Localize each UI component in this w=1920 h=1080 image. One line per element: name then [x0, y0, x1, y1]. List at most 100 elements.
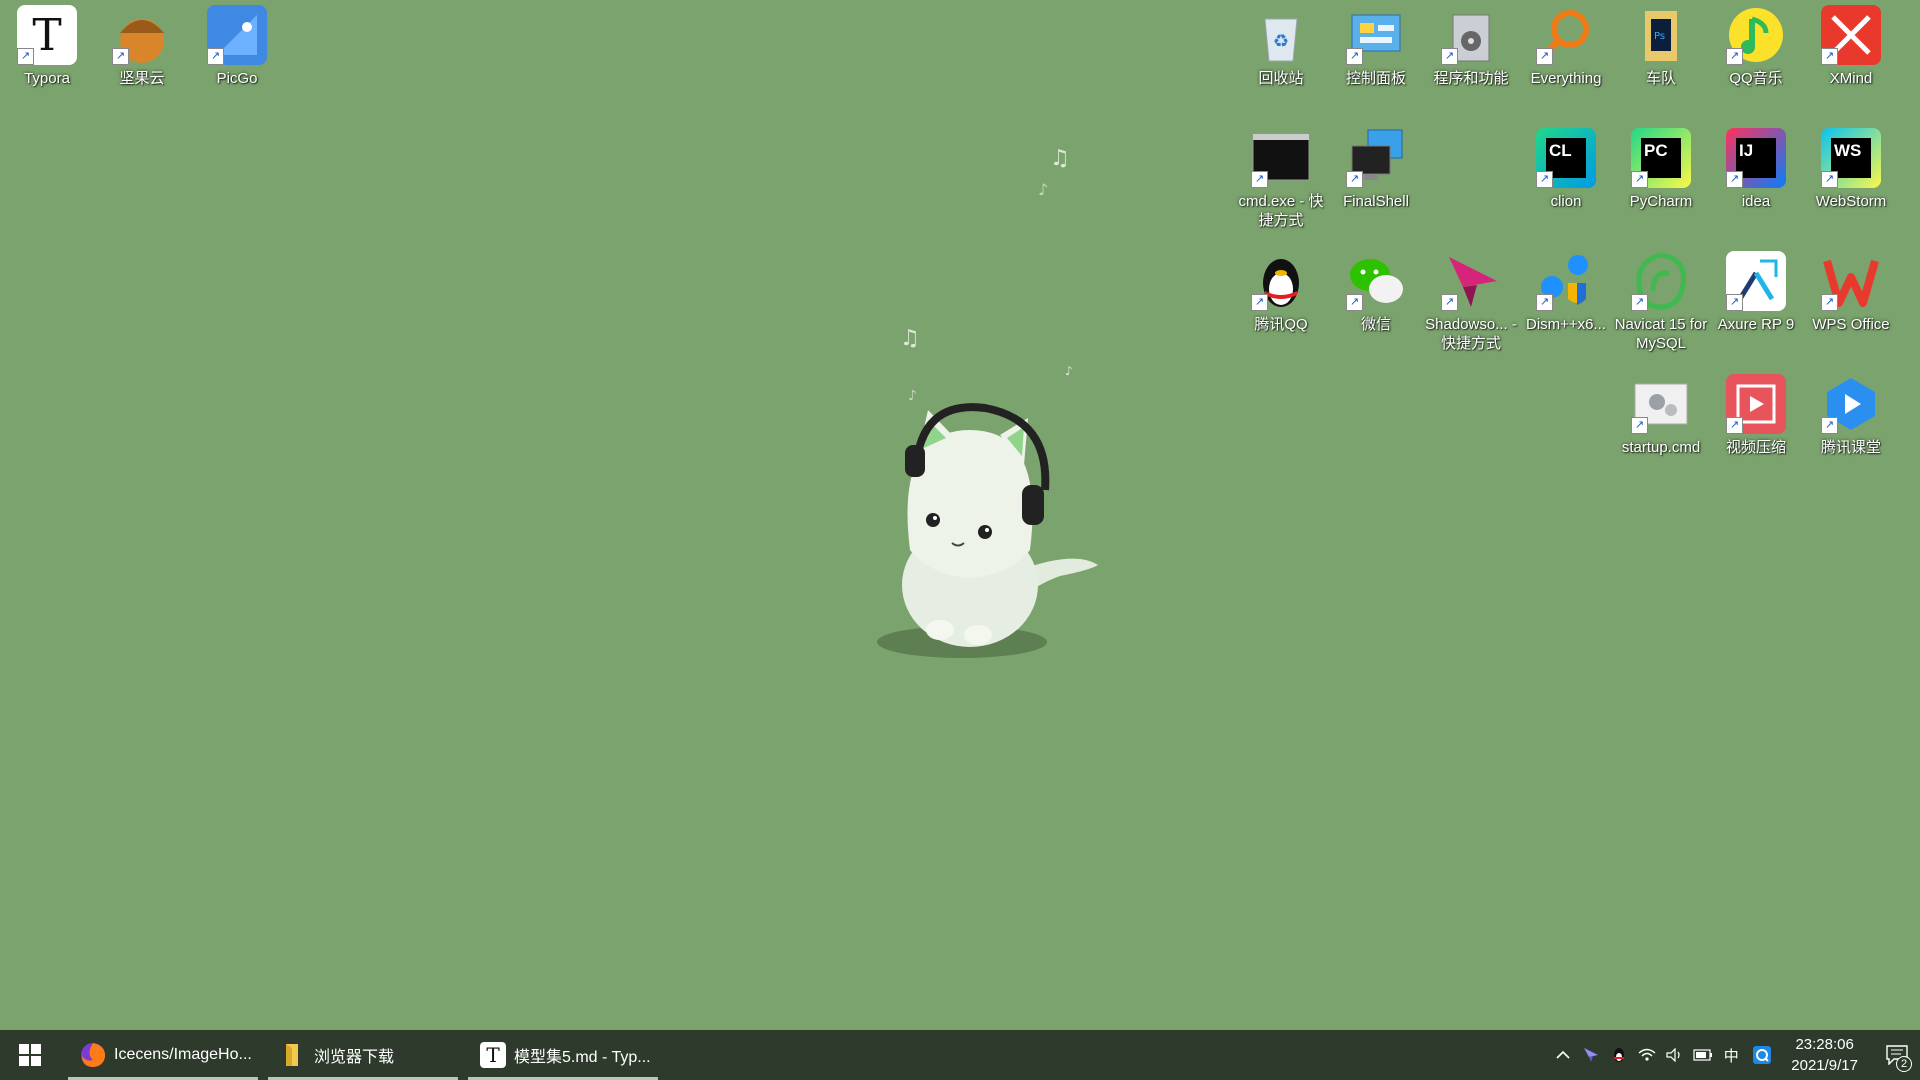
svg-text:Ps: Ps: [1654, 31, 1665, 42]
desktop-icon-navicat[interactable]: ↗ Navicat 15 for MySQL: [1614, 251, 1708, 353]
desktop-icon-shadowsocks[interactable]: ↗ Shadowso... - 快捷方式: [1424, 251, 1518, 353]
nutstore-icon: ↗: [112, 5, 172, 65]
desktop-icon-programs-features[interactable]: ↗ 程序和功能: [1424, 5, 1518, 88]
icon-label: Everything: [1530, 70, 1602, 87]
desktop-icon-nutstore[interactable]: ↗ 坚果云: [95, 5, 189, 88]
show-hidden-icons-chevron-icon[interactable]: [1549, 1030, 1577, 1080]
taskbar-app-label: 模型集5.md - Typ...: [514, 1049, 651, 1066]
wifi-icon[interactable]: [1633, 1030, 1661, 1080]
qq-browser-tray-icon[interactable]: [1745, 1030, 1779, 1080]
icon-label: WPS Office: [1812, 316, 1890, 333]
video-compress-icon: ↗: [1726, 374, 1786, 434]
desktop-icon-video-compress[interactable]: ↗ 视频压缩: [1709, 374, 1803, 457]
desktop-icon-startup-cmd[interactable]: ↗ startup.cmd: [1614, 374, 1708, 457]
desktop-icon-wps[interactable]: ↗ WPS Office: [1804, 251, 1898, 334]
icon-label: Navicat 15 for MySQL: [1614, 316, 1708, 352]
tencent-classroom-icon: ↗: [1821, 374, 1881, 434]
wallpaper-cat: ♫ ♫ ♪ ♪ ♪: [877, 146, 1098, 658]
everything-search-icon: ↗: [1536, 5, 1596, 65]
desktop-icon-finalshell[interactable]: ↗ FinalShell: [1329, 128, 1423, 211]
desktop-icon-wechat[interactable]: ↗ 微信: [1329, 251, 1423, 334]
qq-penguin-icon: ↗: [1251, 251, 1311, 311]
shortcut-arrow-icon: ↗: [207, 48, 224, 65]
taskbar: Icecens/ImageHo... 浏览器下载 T 模型集5.md - Typ…: [0, 1030, 1920, 1080]
qq-music-icon: ↗: [1726, 5, 1786, 65]
shortcut-arrow-icon: ↗: [1821, 417, 1838, 434]
webstorm-icon: WS ↗: [1821, 128, 1881, 188]
desktop-icon-idea[interactable]: IJ ↗ idea: [1709, 128, 1803, 211]
clock[interactable]: 23:28:06 2021/9/17: [1779, 1034, 1874, 1076]
shortcut-arrow-icon: ↗: [1726, 294, 1743, 311]
desktop-icon-control-panel[interactable]: ↗ 控制面板: [1329, 5, 1423, 88]
shortcut-arrow-icon: ↗: [1631, 294, 1648, 311]
battery-icon[interactable]: [1689, 1030, 1717, 1080]
firefox-icon: [80, 1042, 106, 1068]
recycle-bin-icon: ♻: [1251, 5, 1311, 65]
desktop-icon-recycle-bin[interactable]: ♻ 回收站: [1234, 5, 1328, 88]
svg-text:♫: ♫: [1050, 146, 1070, 171]
shortcut-arrow-icon: ↗: [1726, 417, 1743, 434]
shortcut-arrow-icon: ↗: [112, 48, 129, 65]
icon-label: QQ音乐: [1729, 70, 1783, 87]
icon-label: Axure RP 9: [1717, 316, 1795, 333]
shortcut-arrow-icon: ↗: [1441, 48, 1458, 65]
desktop-icon-typora[interactable]: T ↗ Typora: [0, 5, 94, 88]
volume-icon[interactable]: [1661, 1030, 1689, 1080]
desktop-icon-clion[interactable]: CL ↗ clion: [1519, 128, 1613, 211]
desktop-icon-everything[interactable]: ↗ Everything: [1519, 5, 1613, 88]
taskbar-app-label: Icecens/ImageHo...: [114, 1046, 252, 1063]
desktop-icon-qq[interactable]: ↗ 腾讯QQ: [1234, 251, 1328, 334]
desktop-icon-xmind[interactable]: ↗ XMind: [1804, 5, 1898, 88]
icon-label: 程序和功能: [1433, 70, 1509, 87]
icon-label: XMind: [1829, 70, 1873, 87]
wechat-icon: ↗: [1346, 251, 1406, 311]
shortcut-arrow-icon: ↗: [1821, 48, 1838, 65]
desktop-icon-dism[interactable]: ↗ Dism++x6...: [1519, 251, 1613, 334]
ime-indicator[interactable]: 中: [1717, 1030, 1745, 1080]
icon-label: PyCharm: [1629, 193, 1693, 210]
icon-label: startup.cmd: [1621, 439, 1701, 456]
axure-icon: ↗: [1726, 251, 1786, 311]
finalshell-icon: ↗: [1346, 128, 1406, 188]
wps-icon: ↗: [1821, 251, 1881, 311]
qq-tray-icon[interactable]: [1605, 1030, 1633, 1080]
photoshop-folder-icon: Ps: [1631, 5, 1691, 65]
desktop-icon-cmd[interactable]: ↗ cmd.exe - 快捷方式: [1234, 128, 1328, 230]
desktop-icon-picgo[interactable]: ↗ PicGo: [190, 5, 284, 88]
typora-icon: T ↗: [17, 5, 77, 65]
windows-logo-icon: [19, 1044, 41, 1066]
shadowsocks-tray-icon[interactable]: [1577, 1030, 1605, 1080]
pycharm-icon: PC ↗: [1631, 128, 1691, 188]
cmd-gear-icon: ↗: [1631, 374, 1691, 434]
clock-time: 23:28:06: [1795, 1036, 1854, 1053]
icon-label: idea: [1741, 193, 1771, 210]
desktop-icon-webstorm[interactable]: WS ↗ WebStorm: [1804, 128, 1898, 211]
desktop-icon-axure[interactable]: ↗ Axure RP 9: [1709, 251, 1803, 334]
action-center-icon[interactable]: 2: [1874, 1030, 1920, 1080]
navicat-icon: ↗: [1631, 251, 1691, 311]
desktop-icon-pycharm[interactable]: PC ↗ PyCharm: [1614, 128, 1708, 211]
xmind-icon: ↗: [1821, 5, 1881, 65]
icon-label: 坚果云: [119, 70, 165, 87]
taskbar-app-firefox[interactable]: Icecens/ImageHo...: [68, 1030, 258, 1080]
icon-label: FinalShell: [1343, 193, 1409, 210]
desktop-icon-tencent-classroom[interactable]: ↗ 腾讯课堂: [1804, 374, 1898, 457]
shortcut-arrow-icon: ↗: [1346, 48, 1363, 65]
shortcut-arrow-icon: ↗: [1536, 48, 1553, 65]
folder-icon: [280, 1042, 306, 1068]
shortcut-arrow-icon: ↗: [1346, 171, 1363, 188]
control-panel-icon: ↗: [1346, 5, 1406, 65]
programs-features-icon: ↗: [1441, 5, 1501, 65]
desktop-icon-photoshop-folder[interactable]: Ps 车队: [1614, 5, 1708, 88]
icon-label: PicGo: [216, 70, 258, 87]
taskbar-app-typora[interactable]: T 模型集5.md - Typ...: [468, 1030, 658, 1080]
taskbar-app-label: 浏览器下载: [314, 1049, 395, 1066]
picgo-icon: ↗: [207, 5, 267, 65]
icon-label: 车队: [1645, 70, 1676, 87]
desktop-icon-qq-music[interactable]: ↗ QQ音乐: [1709, 5, 1803, 88]
icon-label: cmd.exe - 快捷方式: [1238, 193, 1324, 229]
start-button[interactable]: [0, 1030, 60, 1080]
svg-text:♫: ♫: [900, 326, 920, 351]
taskbar-app-folder[interactable]: 浏览器下载: [268, 1030, 458, 1080]
cmd-icon: ↗: [1251, 128, 1311, 188]
